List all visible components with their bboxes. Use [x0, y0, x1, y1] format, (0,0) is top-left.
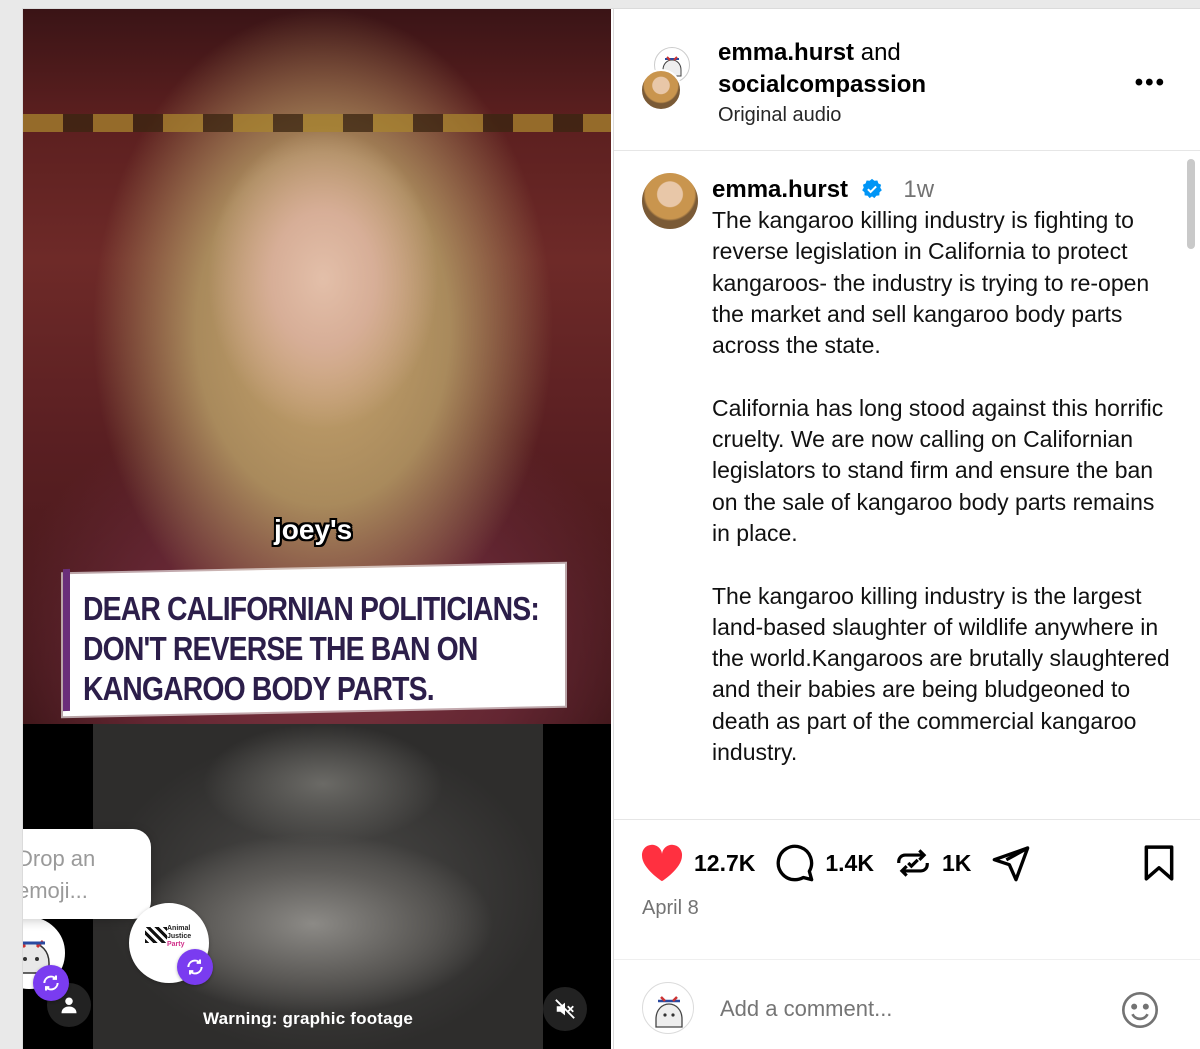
- banner-stripe: [63, 568, 70, 712]
- save-action[interactable]: [1142, 844, 1176, 882]
- logo-line: Animal: [167, 925, 191, 932]
- repost-action[interactable]: 1K: [894, 844, 971, 882]
- emma-hurst-avatar: [640, 69, 682, 111]
- repost-icon[interactable]: [894, 844, 932, 882]
- header-text: emma.hurst and socialcompassion Original…: [718, 37, 926, 129]
- caption-paragraph: The kangaroo killing industry is the lar…: [712, 582, 1170, 766]
- collab-avatars[interactable]: [640, 47, 692, 113]
- footage-image: [93, 724, 543, 1049]
- caption-author-avatar[interactable]: [642, 173, 698, 229]
- logo-line: Justice: [167, 933, 192, 940]
- bear-logo-icon: [655, 996, 683, 1028]
- audio-link[interactable]: Original audio: [718, 101, 926, 129]
- video-caption: joey's: [274, 514, 353, 545]
- emoji-prompt-line: emoji...: [22, 878, 88, 903]
- banner-line: KANGAROO BODY PARTS.: [83, 670, 435, 707]
- emoji-picker-icon[interactable]: [1120, 990, 1160, 1030]
- actions-divider: [614, 819, 1200, 820]
- caption-paragraph: The kangaroo killing industry is fightin…: [712, 207, 1150, 359]
- emoji-prompt-line: Drop an: [22, 846, 96, 871]
- repost-badge: [177, 949, 213, 985]
- author-link[interactable]: socialcompassion: [718, 71, 926, 98]
- repost-icon: [43, 975, 59, 991]
- more-options-button[interactable]: •••: [1135, 69, 1166, 97]
- ajp-logo-icon: [145, 927, 167, 943]
- emoji-reaction-bubble[interactable]: Drop an emoji...: [22, 829, 151, 919]
- ajp-logo-text: Animal Justice Party: [167, 925, 191, 949]
- comment-icon[interactable]: [775, 843, 815, 883]
- repost-badge: [33, 965, 69, 1001]
- mute-button[interactable]: [543, 987, 587, 1031]
- post-header: emma.hurst and socialcompassion Original…: [614, 9, 1200, 151]
- post-time[interactable]: 1w: [903, 176, 934, 203]
- banner-line: DON'T REVERSE THE BAN ON: [83, 630, 478, 667]
- like-count[interactable]: 12.7K: [694, 850, 755, 877]
- banner-text: DEAR CALIFORNIAN POLITICIANS: DON'T REVE…: [83, 589, 540, 709]
- post-modal: joey's DEAR CALIFORNIAN POLITICIANS: DON…: [22, 8, 1200, 1049]
- post-date[interactable]: April 8: [642, 897, 699, 920]
- banner-line: DEAR CALIFORNIAN POLITICIANS:: [83, 590, 540, 627]
- comment-input[interactable]: [720, 996, 1080, 1022]
- speaker-muted-icon: [555, 999, 575, 1019]
- share-action[interactable]: [991, 843, 1031, 883]
- collab-names: emma.hurst and socialcompassion: [718, 37, 926, 101]
- comment-action[interactable]: 1.4K: [775, 843, 874, 883]
- author-link[interactable]: emma.hurst: [718, 39, 854, 66]
- post-sidebar: emma.hurst and socialcompassion Original…: [613, 9, 1200, 1049]
- logo-line: Party: [167, 941, 185, 948]
- share-icon[interactable]: [991, 843, 1031, 883]
- caption-text: The kangaroo killing industry is fightin…: [712, 205, 1172, 800]
- post-caption-area: emma.hurst 1w The kangaroo killing indus…: [614, 151, 1200, 819]
- action-bar: 12.7K 1.4K 1K: [640, 841, 1180, 885]
- caption-header: emma.hurst 1w: [712, 175, 934, 205]
- caption-username[interactable]: emma.hurst: [712, 176, 848, 203]
- comment-box: [614, 959, 1200, 1049]
- warning-caption: Warning: graphic footage: [203, 1009, 414, 1028]
- heart-icon[interactable]: [640, 843, 684, 883]
- comment-count[interactable]: 1.4K: [825, 850, 874, 877]
- repost-icon: [187, 959, 203, 975]
- verified-badge-icon: [861, 178, 882, 199]
- connector-text: and: [860, 39, 901, 66]
- current-user-avatar: [642, 982, 694, 1034]
- like-action[interactable]: 12.7K: [640, 843, 755, 883]
- bookmark-icon[interactable]: [1142, 844, 1176, 882]
- caption-paragraph: California has long stood against this h…: [712, 394, 1164, 546]
- repost-count[interactable]: 1K: [942, 850, 971, 877]
- person-icon: [61, 997, 77, 1014]
- caption-scrollbar[interactable]: [1187, 159, 1195, 249]
- background-railing: [23, 114, 611, 132]
